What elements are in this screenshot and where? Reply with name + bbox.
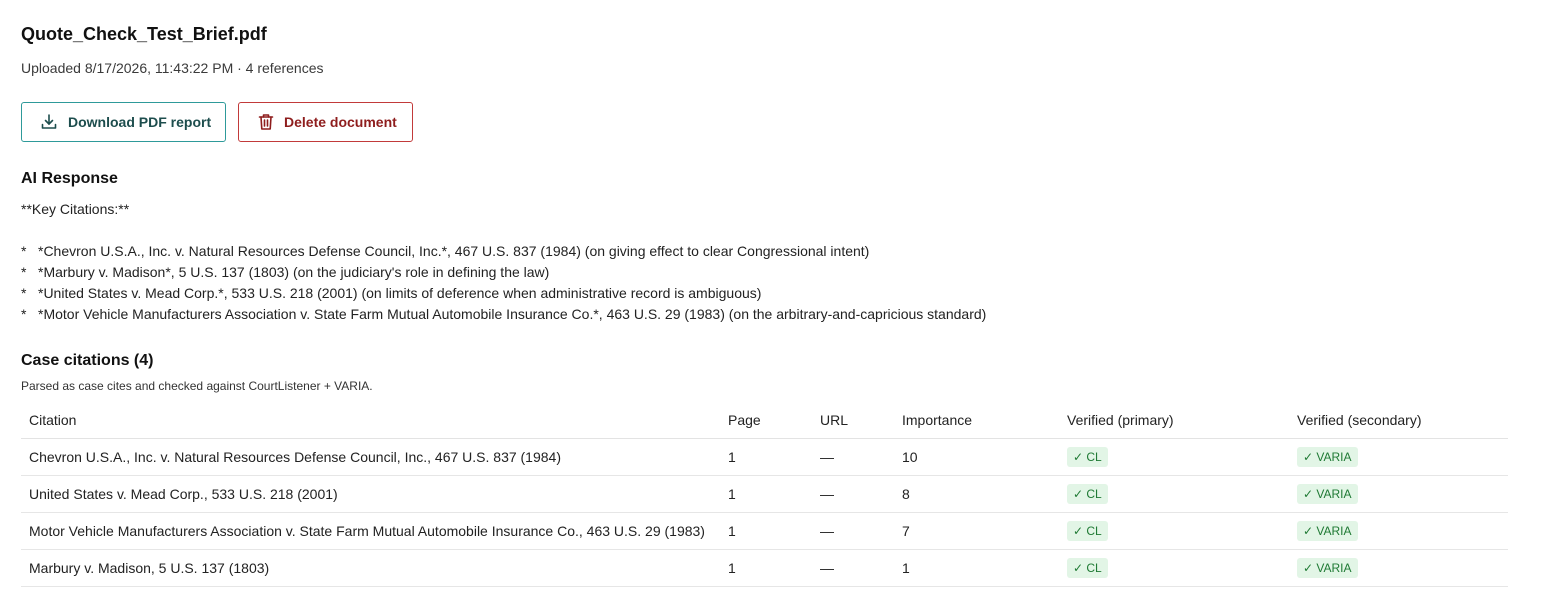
list-item: * *Marbury v. Madison*, 5 U.S. 137 (1803)… — [21, 264, 986, 285]
column-header-verified-secondary: Verified (secondary) — [1289, 402, 1508, 439]
citation-cell: United States v. Mead Corp., 533 U.S. 21… — [21, 475, 728, 513]
column-header-citation: Citation — [21, 402, 728, 439]
trash-icon — [256, 112, 276, 132]
list-item: * *Motor Vehicle Manufacturers Associatio… — [21, 306, 986, 327]
page-cell: 1 — [728, 438, 812, 476]
page-cell: 1 — [728, 475, 812, 513]
importance-cell: 1 — [894, 549, 1059, 587]
verified-secondary-cell: ✓ VARIA — [1289, 549, 1508, 587]
column-header-page: Page — [728, 402, 812, 439]
case-citations-subtitle: Parsed as case cites and checked against… — [21, 379, 373, 393]
verified-secondary-cell: ✓ VARIA — [1289, 438, 1508, 476]
list-item-text: *Marbury v. Madison*, 5 U.S. 137 (1803) … — [38, 264, 550, 280]
table-header-row: Citation Page URL Importance Verified (p… — [21, 402, 1508, 439]
document-meta: Uploaded 8/17/2026, 11:43:22 PM · 4 refe… — [21, 60, 324, 76]
table-row: Chevron U.S.A., Inc. v. Natural Resource… — [21, 438, 1508, 476]
citation-cell: Chevron U.S.A., Inc. v. Natural Resource… — [21, 438, 728, 476]
bullet-marker: * — [21, 243, 27, 259]
case-citations-table: Citation Page URL Importance Verified (p… — [21, 402, 1508, 587]
status-badge-secondary: ✓ VARIA — [1297, 558, 1358, 578]
status-badge-secondary: ✓ VARIA — [1297, 521, 1358, 541]
bullet-marker: * — [21, 264, 27, 280]
page-cell: 1 — [728, 549, 812, 587]
ai-response-heading: AI Response — [21, 170, 118, 187]
table-row: Marbury v. Madison, 5 U.S. 137 (1803) 1 … — [21, 549, 1508, 587]
case-citations-heading: Case citations (4) — [21, 352, 154, 369]
table-row: United States v. Mead Corp., 533 U.S. 21… — [21, 475, 1508, 513]
list-item-text: *Motor Vehicle Manufacturers Association… — [38, 306, 987, 322]
document-title: Quote_Check_Test_Brief.pdf — [21, 24, 267, 44]
verified-primary-cell: ✓ CL — [1059, 549, 1289, 587]
status-badge-primary: ✓ CL — [1067, 447, 1108, 467]
download-icon — [39, 112, 59, 132]
citation-cell: Marbury v. Madison, 5 U.S. 137 (1803) — [21, 549, 728, 587]
status-badge-secondary: ✓ VARIA — [1297, 447, 1358, 467]
ai-citation-list: * *Chevron U.S.A., Inc. v. Natural Resour… — [21, 243, 986, 327]
list-item: * *United States v. Mead Corp.*, 533 U.S.… — [21, 285, 986, 306]
bullet-marker: * — [21, 285, 27, 301]
verified-primary-cell: ✓ CL — [1059, 512, 1289, 550]
importance-cell: 7 — [894, 512, 1059, 550]
verified-secondary-cell: ✓ VARIA — [1289, 512, 1508, 550]
url-cell: — — [812, 475, 894, 513]
verified-secondary-cell: ✓ VARIA — [1289, 475, 1508, 513]
download-pdf-report-button[interactable]: Download PDF report — [21, 102, 226, 142]
download-button-label: Download PDF report — [68, 114, 212, 130]
url-cell: — — [812, 438, 894, 476]
importance-cell: 10 — [894, 438, 1059, 476]
importance-cell: 8 — [894, 475, 1059, 513]
verified-primary-cell: ✓ CL — [1059, 438, 1289, 476]
column-header-url: URL — [812, 402, 894, 439]
citation-cell: Motor Vehicle Manufacturers Association … — [21, 512, 728, 550]
delete-button-label: Delete document — [284, 114, 397, 130]
column-header-importance: Importance — [894, 402, 1059, 439]
status-badge-primary: ✓ CL — [1067, 558, 1108, 578]
list-item-text: *Chevron U.S.A., Inc. v. Natural Resourc… — [38, 243, 870, 259]
list-item: * *Chevron U.S.A., Inc. v. Natural Resour… — [21, 243, 986, 264]
url-cell: — — [812, 512, 894, 550]
list-item-text: *United States v. Mead Corp.*, 533 U.S. … — [38, 285, 762, 301]
url-cell: — — [812, 549, 894, 587]
table-row: Motor Vehicle Manufacturers Association … — [21, 512, 1508, 550]
verified-primary-cell: ✓ CL — [1059, 475, 1289, 513]
key-citations-line: **Key Citations:** — [21, 201, 130, 217]
delete-document-button[interactable]: Delete document — [238, 102, 413, 142]
page-cell: 1 — [728, 512, 812, 550]
status-badge-primary: ✓ CL — [1067, 521, 1108, 541]
status-badge-secondary: ✓ VARIA — [1297, 484, 1358, 504]
bullet-marker: * — [21, 306, 27, 322]
column-header-verified-primary: Verified (primary) — [1059, 402, 1289, 439]
status-badge-primary: ✓ CL — [1067, 484, 1108, 504]
